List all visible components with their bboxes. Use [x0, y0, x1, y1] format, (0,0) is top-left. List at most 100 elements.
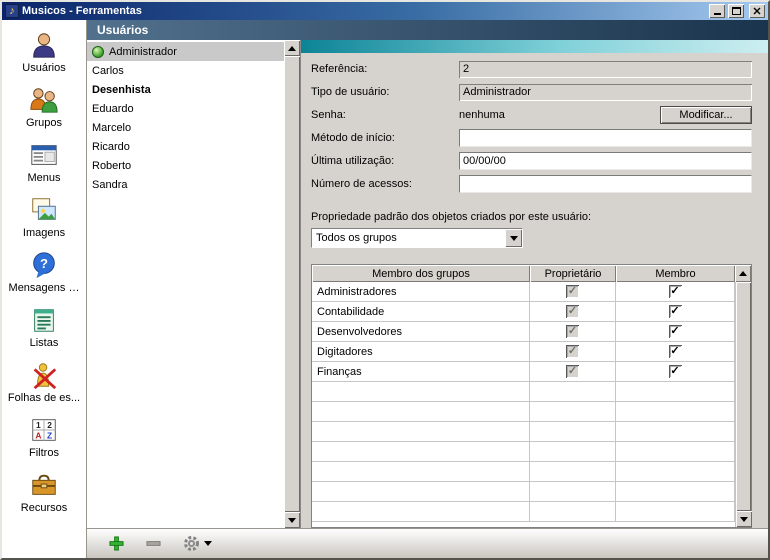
- membro-checkbox[interactable]: [669, 305, 682, 318]
- table-row[interactable]: Desenvolvedores: [312, 322, 735, 342]
- membro-checkbox[interactable]: [669, 285, 682, 298]
- table-row[interactable]: Administradores: [312, 282, 735, 302]
- group-name: Contabilidade: [312, 302, 530, 322]
- membro-checkbox[interactable]: [669, 325, 682, 338]
- sidebar-item-listas[interactable]: Listas: [2, 301, 86, 356]
- table-row[interactable]: Digitadores: [312, 342, 735, 362]
- minimize-button[interactable]: [709, 4, 725, 18]
- list-item-carlos[interactable]: Carlos: [87, 61, 284, 80]
- scroll-up-button[interactable]: [284, 40, 300, 56]
- sidebar-item-label: Listas: [30, 337, 59, 349]
- close-button[interactable]: [749, 4, 765, 18]
- table-row[interactable]: Contabilidade: [312, 302, 735, 322]
- dropdown-value: Todos os grupos: [312, 229, 505, 247]
- membro-checkbox[interactable]: [669, 345, 682, 358]
- svg-text:Z: Z: [47, 430, 52, 440]
- settings-button[interactable]: [183, 535, 212, 552]
- messages-icon: ?: [29, 250, 59, 280]
- user-name: Sandra: [92, 179, 127, 191]
- proprietario-checkbox: [566, 325, 579, 338]
- user-name: Eduardo: [92, 103, 134, 115]
- accent-stripe: [301, 40, 768, 53]
- scrollbar-thumb[interactable]: [284, 56, 300, 512]
- table-row[interactable]: Finanças: [312, 362, 735, 382]
- sidebar-item-label: Filtros: [29, 447, 59, 459]
- default-property-label: Propriedade padrão dos objetos criados p…: [311, 211, 752, 223]
- senha-value: nenhuma: [459, 109, 660, 121]
- table-row-empty: [312, 502, 735, 522]
- sidebar-item-grupos[interactable]: Grupos: [2, 81, 86, 136]
- sidebar-item-usuarios[interactable]: Usuários: [2, 26, 86, 81]
- table-row-empty: [312, 382, 735, 402]
- membro-checkbox[interactable]: [669, 365, 682, 378]
- svg-text:1: 1: [36, 420, 41, 430]
- panel-header: Usuários: [87, 20, 768, 40]
- list-item-sandra[interactable]: Sandra: [87, 175, 284, 194]
- stylesheets-icon: [29, 360, 59, 390]
- list-item-marcelo[interactable]: Marcelo: [87, 118, 284, 137]
- group-name: Administradores: [312, 282, 530, 302]
- user-list-scrollbar[interactable]: [284, 40, 300, 528]
- table-row-empty: [312, 402, 735, 422]
- plus-icon: [109, 536, 124, 551]
- group-dropdown[interactable]: Todos os grupos: [311, 228, 523, 248]
- title-bar[interactable]: ♪ Musicos - Ferramentas: [2, 2, 768, 20]
- close-icon: [753, 7, 761, 15]
- sidebar-item-label: Mensagens …: [9, 282, 80, 294]
- scroll-down-button[interactable]: [284, 512, 300, 528]
- list-item-roberto[interactable]: Roberto: [87, 156, 284, 175]
- table-row-empty: [312, 482, 735, 502]
- app-icon: ♪: [5, 4, 19, 18]
- proprietario-checkbox: [566, 285, 579, 298]
- arrow-up-icon: [739, 271, 747, 276]
- maximize-icon: [732, 7, 741, 15]
- sidebar-item-mensagens[interactable]: ? Mensagens …: [2, 246, 86, 301]
- scrollbar-thumb[interactable]: [736, 282, 751, 511]
- list-item-desenhista[interactable]: Desenhista: [87, 80, 284, 99]
- sidebar-item-filtros[interactable]: 1 2 A Z Filtros: [2, 411, 86, 466]
- add-user-button[interactable]: [109, 536, 124, 551]
- field-label-metodo-inicio: Método de início:: [311, 132, 459, 144]
- user-icon: [29, 30, 59, 60]
- sidebar-item-folhas-de-estilo[interactable]: Folhas de es...: [2, 356, 86, 411]
- svg-text:2: 2: [47, 420, 52, 430]
- remove-user-button[interactable]: [146, 536, 161, 551]
- sidebar-item-label: Recursos: [21, 502, 67, 514]
- menu-icon: [29, 140, 59, 170]
- user-name: Desenhista: [92, 84, 151, 96]
- sidebar-item-recursos[interactable]: Recursos: [2, 466, 86, 521]
- proprietario-checkbox: [566, 345, 579, 358]
- app-window: ♪ Musicos - Ferramentas Usuários: [0, 0, 770, 560]
- list-item-administrador[interactable]: Administrador: [87, 42, 284, 61]
- dropdown-button[interactable]: [505, 229, 522, 247]
- tipo-usuario-field: Administrador: [459, 84, 752, 101]
- maximize-button[interactable]: [728, 4, 744, 18]
- svg-text:A: A: [35, 430, 41, 440]
- table-scrollbar[interactable]: [735, 282, 751, 527]
- list-item-ricardo[interactable]: Ricardo: [87, 137, 284, 156]
- metodo-inicio-input[interactable]: [459, 129, 752, 147]
- column-header-membro[interactable]: Membro: [616, 265, 735, 282]
- table-scroll-down-button[interactable]: [736, 511, 752, 527]
- column-header-proprietario[interactable]: Proprietário: [530, 265, 616, 282]
- gear-icon: [183, 535, 200, 552]
- field-label-numero-acessos: Número de acessos:: [311, 178, 459, 190]
- user-list: Administrador Carlos Desenhista Eduardo: [87, 40, 284, 528]
- table-scroll-up-button[interactable]: [735, 265, 751, 282]
- table-rows: Administradores Contabilidade: [312, 282, 735, 527]
- list-item-eduardo[interactable]: Eduardo: [87, 99, 284, 118]
- modificar-button[interactable]: Modificar...: [660, 106, 752, 124]
- column-header-membro-dos-grupos[interactable]: Membro dos grupos: [312, 265, 530, 282]
- ultima-utilizacao-input[interactable]: [459, 152, 752, 170]
- minimize-icon: [714, 13, 721, 15]
- images-icon: [29, 195, 59, 225]
- user-name: Roberto: [92, 160, 131, 172]
- sidebar-item-imagens[interactable]: Imagens: [2, 191, 86, 246]
- resources-icon: [29, 470, 59, 500]
- sidebar-item-menus[interactable]: Menus: [2, 136, 86, 191]
- sidebar: Usuários Grupos: [2, 20, 87, 558]
- numero-acessos-input[interactable]: [459, 175, 752, 193]
- chevron-down-icon: [204, 541, 212, 546]
- chevron-down-icon: [510, 236, 518, 241]
- bottom-toolbar: [87, 528, 768, 558]
